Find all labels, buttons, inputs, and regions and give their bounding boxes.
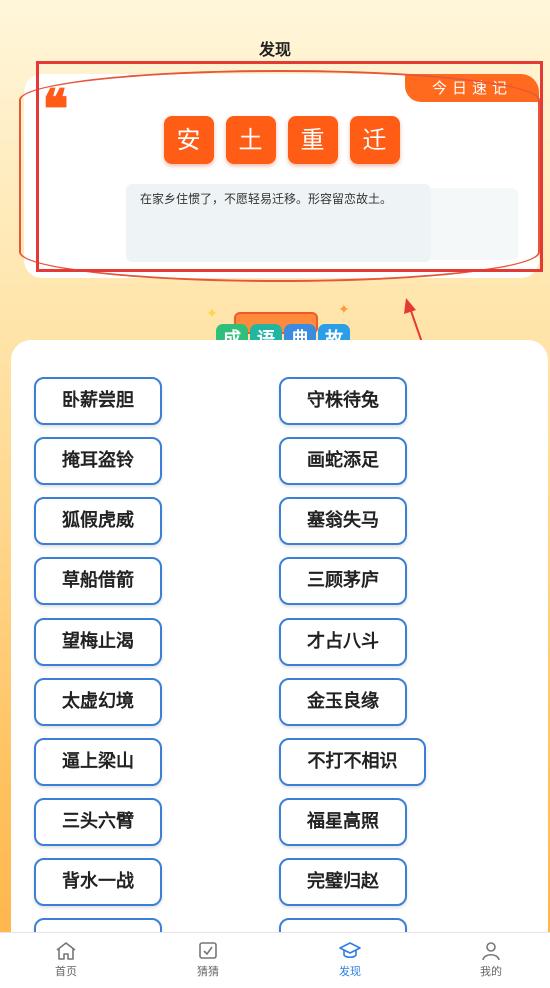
idiom-button[interactable]: 卧薪尝胆 bbox=[34, 377, 162, 425]
tab-label: 发现 bbox=[339, 965, 361, 978]
idiom-button[interactable]: 塞翁失马 bbox=[279, 497, 407, 545]
idiom-button[interactable]: 福星高照 bbox=[279, 798, 407, 846]
idiom-button[interactable]: 守株待兔 bbox=[279, 377, 407, 425]
tab-home[interactable]: 首页 bbox=[26, 933, 106, 988]
idiom-button[interactable]: 三顾茅庐 bbox=[279, 557, 407, 605]
tab-label: 首页 bbox=[55, 965, 77, 978]
idiom-button[interactable]: 草船借箭 bbox=[34, 557, 162, 605]
idiom-button[interactable]: 三头六臂 bbox=[34, 798, 162, 846]
check-box-icon bbox=[199, 942, 217, 959]
user-icon bbox=[482, 942, 500, 961]
tab-discover[interactable]: 发现 bbox=[310, 933, 390, 988]
idiom-button[interactable]: 掩耳盗铃 bbox=[34, 437, 162, 485]
idiom-button[interactable]: 不打不相识 bbox=[279, 738, 426, 786]
sparkle-icon: ✦ bbox=[338, 302, 350, 318]
graduation-cap-icon bbox=[339, 942, 361, 959]
sparkle-icon: ✦ bbox=[206, 306, 218, 322]
annotation-box bbox=[36, 61, 543, 272]
idiom-button[interactable]: 太虚幻境 bbox=[34, 678, 162, 726]
tab-mine[interactable]: 我的 bbox=[451, 933, 531, 988]
page-title: 发现 bbox=[258, 40, 291, 59]
idiom-button[interactable]: 完璧归赵 bbox=[279, 858, 407, 906]
home-icon bbox=[56, 942, 76, 960]
idiom-button[interactable]: 狐假虎威 bbox=[34, 497, 162, 545]
idiom-button[interactable]: 才占八斗 bbox=[279, 618, 407, 666]
tab-label: 猜猜 bbox=[197, 965, 219, 978]
idiom-button[interactable]: 逼上梁山 bbox=[34, 738, 162, 786]
bottom-tab-bar: 首页 猜猜 发现 我的 bbox=[0, 932, 550, 988]
idiom-button[interactable]: 望梅止渴 bbox=[34, 618, 162, 666]
idiom-button[interactable]: 背水一战 bbox=[34, 858, 162, 906]
idiom-list-panel: 卧薪尝胆 掩耳盗铃 狐假虎威 草船借箭 望梅止渴 太虚幻境 逼上梁山 三头六臂 … bbox=[11, 340, 548, 980]
tab-guess[interactable]: 猜猜 bbox=[168, 933, 248, 988]
tab-label: 我的 bbox=[480, 965, 502, 978]
idiom-button[interactable]: 金玉良缘 bbox=[279, 678, 407, 726]
idiom-button[interactable]: 画蛇添足 bbox=[279, 437, 407, 485]
